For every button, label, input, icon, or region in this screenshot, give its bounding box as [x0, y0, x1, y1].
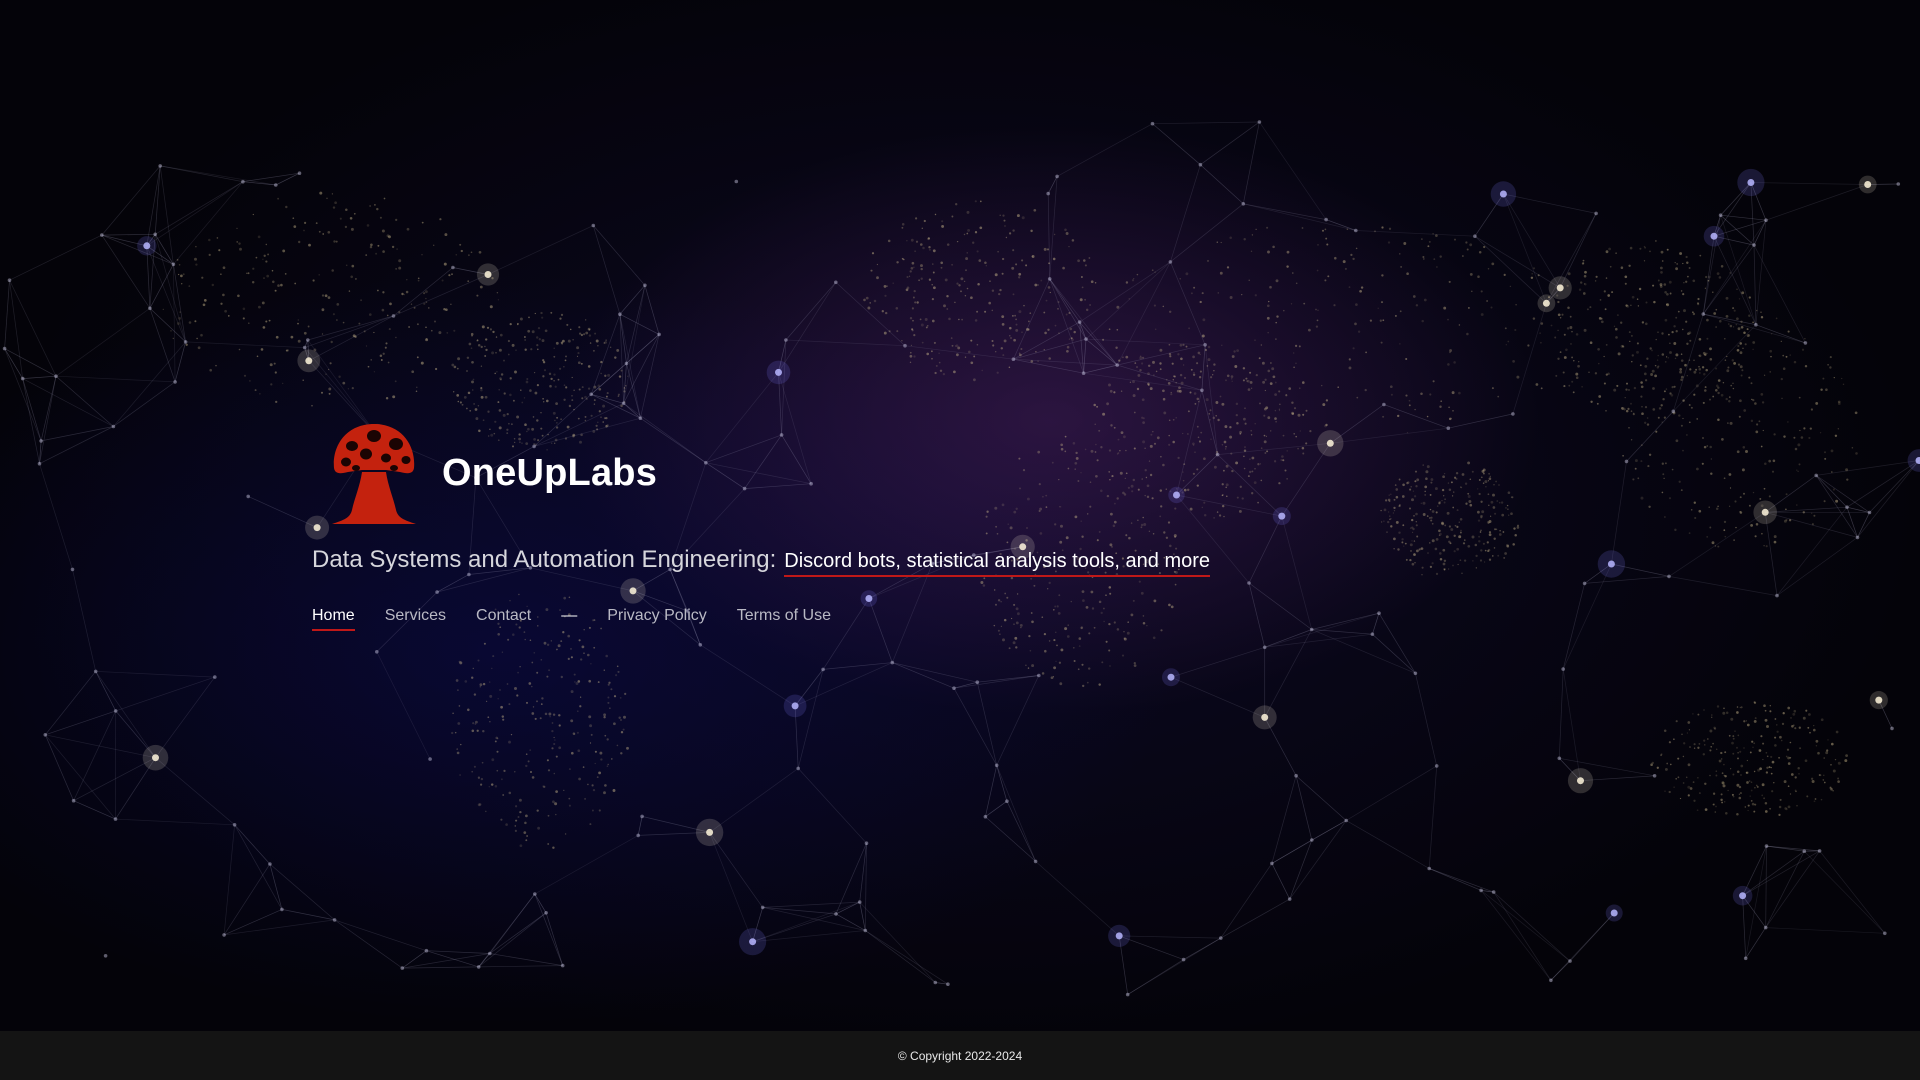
nav-contact-link[interactable]: Contact [476, 607, 531, 631]
main-nav: Home Services Contact — Privacy Policy T… [312, 607, 1210, 631]
copyright-text: © Copyright 2022-2024 [897, 1048, 1023, 1063]
footer: © Copyright 2022-2024 [0, 1031, 1920, 1080]
nav-home-link[interactable]: Home [312, 607, 355, 631]
tagline-prefix: Data Systems and Automation Engineering: [312, 546, 777, 573]
tagline: Data Systems and Automation Engineering:… [312, 546, 1211, 577]
nav-separator: — [561, 607, 578, 624]
hero: OneUpLabs Data Systems and Automation En… [312, 420, 1211, 631]
brand[interactable]: OneUpLabs [324, 420, 1210, 526]
nav-services-link[interactable]: Services [385, 607, 446, 631]
brand-name: OneUpLabs [442, 451, 658, 494]
nav-privacy-policy-link[interactable]: Privacy Policy [607, 607, 707, 631]
tagline-rotating-text: Discord bots, statistical analysis tools… [784, 550, 1211, 577]
mushroom-icon [332, 424, 416, 524]
nav-terms-of-use-link[interactable]: Terms of Use [737, 607, 831, 631]
